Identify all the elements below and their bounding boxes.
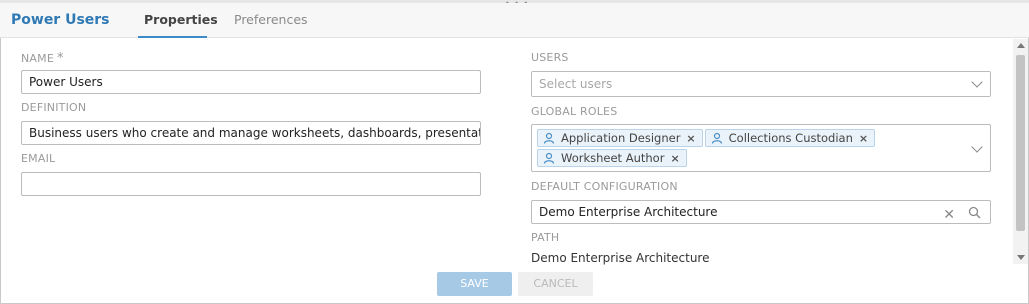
vertical-scrollbar[interactable] (1013, 39, 1028, 264)
user-icon (543, 132, 555, 144)
global-roles-label: GLOBAL ROLES (531, 105, 618, 118)
search-icon[interactable] (968, 206, 981, 219)
user-icon (711, 132, 722, 144)
role-chip: Worksheet Author × (537, 149, 687, 167)
remove-chip-icon[interactable]: × (670, 152, 679, 165)
definition-field[interactable]: Business users who create and manage wor… (21, 121, 481, 145)
name-label: NAME * (21, 51, 64, 66)
scroll-up-icon[interactable] (1017, 43, 1025, 48)
tab-preferences[interactable]: Preferences (228, 12, 314, 38)
default-configuration-label: DEFAULT CONFIGURATION (531, 180, 678, 193)
default-configuration-field[interactable]: Demo Enterprise Architecture ✕ (531, 200, 991, 224)
users-label: USERS (531, 51, 569, 64)
path-value: Demo Enterprise Architecture (531, 251, 710, 265)
chevron-down-icon[interactable] (971, 141, 983, 153)
email-label: EMAIL (21, 152, 56, 165)
cancel-button[interactable]: CANCEL (518, 272, 593, 296)
role-chip: Application Designer × (537, 129, 703, 147)
email-field[interactable] (21, 172, 481, 196)
scroll-down-icon[interactable] (1017, 255, 1025, 260)
name-field[interactable]: Power Users (21, 70, 481, 94)
role-chip-label: Worksheet Author (561, 151, 665, 165)
tab-properties[interactable]: Properties (138, 12, 218, 38)
users-placeholder: Select users (539, 77, 613, 91)
clear-icon[interactable]: ✕ (943, 204, 955, 223)
scrollbar-thumb[interactable] (1016, 55, 1025, 231)
default-configuration-value: Demo Enterprise Architecture (539, 205, 718, 219)
save-button[interactable]: SAVE (437, 272, 512, 296)
role-chip-label: Collections Custodian (728, 131, 853, 145)
remove-chip-icon[interactable]: × (686, 132, 695, 145)
dialog-header: Power Users Properties Preferences (0, 3, 1029, 38)
global-roles-select[interactable]: Application Designer × Collections Custo… (531, 124, 991, 172)
required-marker: * (57, 51, 64, 66)
role-chip-label: Application Designer (561, 131, 681, 145)
users-select[interactable]: Select users (531, 71, 991, 97)
role-chip: Collections Custodian × (704, 129, 876, 147)
definition-label: DEFINITION (21, 101, 87, 114)
user-icon (543, 152, 555, 164)
name-label-text: NAME (21, 52, 54, 65)
page-title: Power Users (11, 12, 110, 28)
path-label: PATH (531, 231, 560, 244)
chevron-down-icon[interactable] (971, 76, 983, 88)
remove-chip-icon[interactable]: × (859, 132, 868, 145)
